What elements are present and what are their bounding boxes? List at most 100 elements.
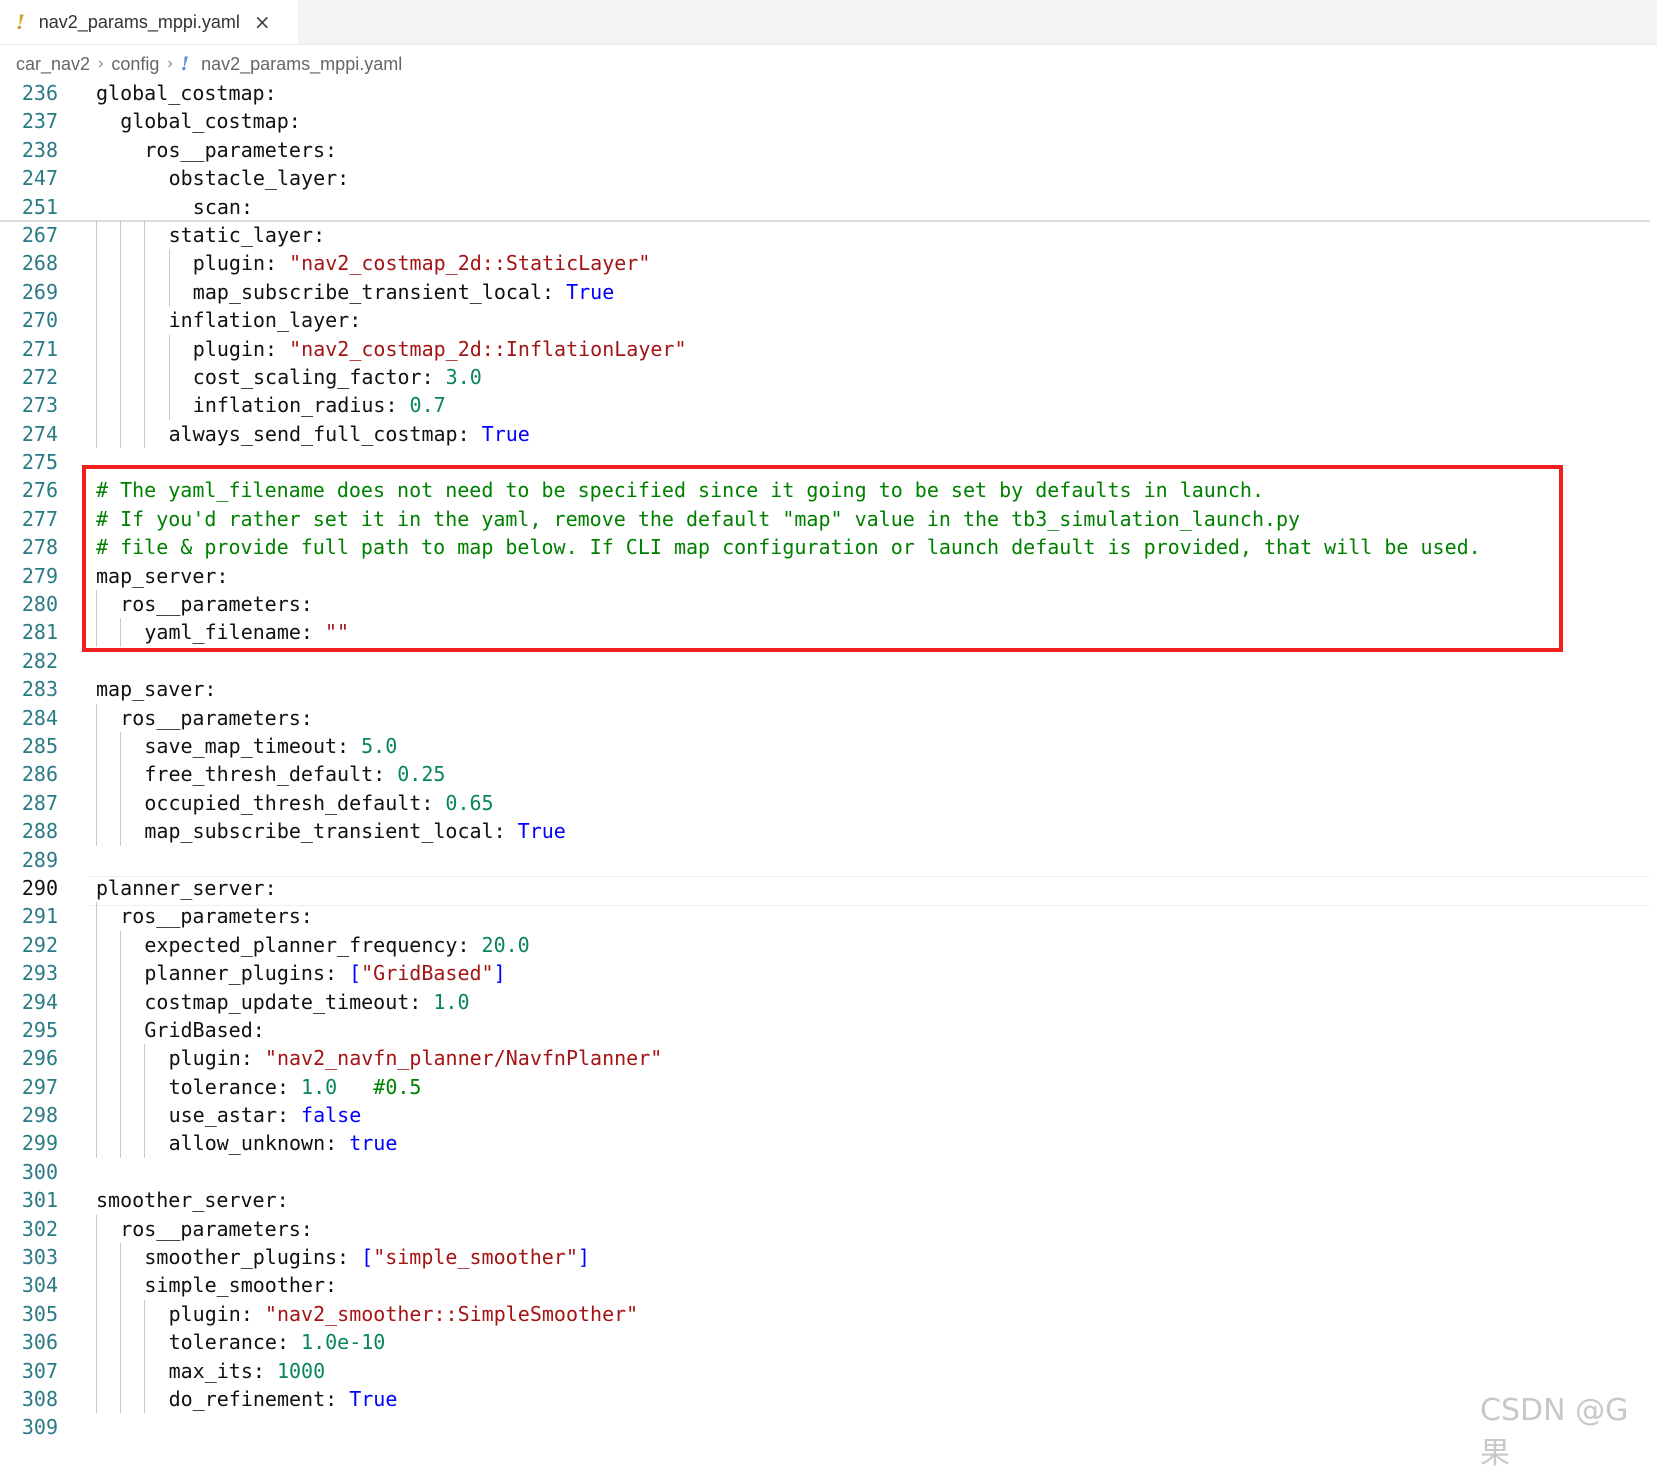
code-line[interactable]: 302 ros__parameters: xyxy=(0,1214,1657,1244)
indent-guide xyxy=(120,1243,122,1272)
code-line[interactable]: 238 ros__parameters: xyxy=(0,136,1657,164)
code-line[interactable]: 237 global_costmap: xyxy=(0,107,1657,135)
code-line[interactable]: 301 smoother_server: xyxy=(0,1186,1657,1214)
code-token: ros__parameters: xyxy=(120,904,313,929)
code-line[interactable]: 304 simple_smoother: xyxy=(0,1271,1657,1300)
code-line[interactable]: 271 plugin: "nav2_costmap_2d::InflationLa… xyxy=(0,334,1657,363)
code-token: "simple_smoother" xyxy=(373,1245,578,1270)
code-line[interactable]: 297 tolerance: 1.0 #0.5 xyxy=(0,1072,1657,1102)
watermark: CSDN @G果 xyxy=(1480,1393,1629,1471)
indent-guide xyxy=(96,220,97,250)
code-line[interactable]: 236 global_costmap: xyxy=(0,79,1657,107)
indent-guide xyxy=(120,1101,122,1130)
code-line[interactable]: 274 always_send_full_costmap: True xyxy=(0,419,1657,449)
indent-guide xyxy=(96,1384,97,1414)
code-line[interactable]: 306 tolerance: 1.0e-10 xyxy=(0,1328,1657,1357)
line-number: 292 xyxy=(21,932,58,957)
indent-guide xyxy=(168,362,170,392)
line-number: 269 xyxy=(21,279,58,304)
code-line[interactable]: 251 scan: xyxy=(0,193,1657,221)
code-line[interactable]: 291 ros__parameters: xyxy=(0,902,1657,931)
code-line[interactable]: 294 costmap_update_timeout: 1.0 xyxy=(0,987,1657,1016)
code-line[interactable]: 267 static_layer: xyxy=(0,220,1657,250)
breadcrumb-item-car-nav2[interactable]: car_nav2 xyxy=(16,54,90,75)
code-line[interactable]: 270 inflation_layer: xyxy=(0,306,1657,335)
line-number: 286 xyxy=(21,762,58,787)
breadcrumb-item-file[interactable]: nav2_params_mppi.yaml xyxy=(201,54,402,75)
tab-nav2-params[interactable]: ! nav2_params_mppi.yaml × xyxy=(0,0,298,44)
code-line[interactable]: 300 xyxy=(0,1158,1657,1186)
line-number: 307 xyxy=(21,1358,58,1383)
code-text: ros__parameters: xyxy=(120,902,313,930)
code-token: "nav2_costmap_2d::StaticLayer" xyxy=(289,251,651,276)
code-line[interactable]: 287 occupied_thresh_default: 0.65 xyxy=(0,788,1657,818)
code-token: 5.0 xyxy=(361,733,398,758)
indent-guide xyxy=(96,1044,97,1073)
code-line[interactable]: 296 plugin: "nav2_navfn_planner/NavfnPlan… xyxy=(0,1044,1657,1073)
indent-guide xyxy=(96,703,97,732)
indent-guide xyxy=(120,788,122,818)
annotation-highlight-box xyxy=(82,465,1563,652)
code-line[interactable]: 305 plugin: "nav2_smoother::SimpleSmoothe… xyxy=(0,1299,1657,1329)
line-number: 288 xyxy=(21,819,58,844)
indent-guide xyxy=(96,1101,97,1130)
code-editor[interactable]: 236 global_costmap: 237 global_costmap: 238 r… xyxy=(0,79,1657,1442)
code-text: static_layer: xyxy=(169,221,326,249)
code-text: planner_plugins: ["GridBased"] xyxy=(144,959,505,987)
code-line[interactable]: 289 xyxy=(0,846,1657,874)
code-line[interactable]: 299 allow_unknown: true xyxy=(0,1129,1657,1158)
code-token: simple_smoother: xyxy=(144,1273,338,1298)
code-token: "nav2_smoother::SimpleSmoother" xyxy=(264,1301,639,1326)
code-line[interactable]: 309 xyxy=(0,1413,1657,1441)
code-token: "nav2_costmap_2d::InflationLayer" xyxy=(289,336,687,361)
tab-label: nav2_params_mppi.yaml xyxy=(38,11,240,32)
code-line[interactable]: 283 map_saver: xyxy=(0,675,1657,703)
code-token: 1.0e-10 xyxy=(301,1330,386,1355)
indent-guide xyxy=(96,1299,97,1329)
code-line[interactable]: 303 smoother_plugins: ["simple_smoother"] xyxy=(0,1243,1657,1272)
code-line[interactable]: 286 free_thresh_default: 0.25 xyxy=(0,760,1657,789)
code-line[interactable]: 293 planner_plugins: ["GridBased"] xyxy=(0,959,1657,988)
code-line[interactable]: 295 GridBased: xyxy=(0,1015,1657,1045)
code-line[interactable]: 290 planner_server: xyxy=(0,874,1657,902)
indent-guide xyxy=(96,1328,97,1357)
code-line[interactable]: 284 ros__parameters: xyxy=(0,703,1657,732)
code-token: ] xyxy=(577,1245,590,1270)
line-number: 268 xyxy=(21,251,58,276)
code-text: save_map_timeout: 5.0 xyxy=(144,732,397,760)
code-token: max_its: xyxy=(168,1358,277,1383)
code-token: 0.25 xyxy=(397,762,446,787)
breadcrumb-item-config[interactable]: config xyxy=(111,54,159,75)
indent-guide xyxy=(168,334,170,363)
code-line[interactable]: 288 map_subscribe_transient_local: True xyxy=(0,817,1657,846)
code-line[interactable]: 269 map_subscribe_transient_local: True xyxy=(0,277,1657,307)
indent-guide xyxy=(120,1384,122,1414)
code-token: scan: xyxy=(192,194,254,219)
code-line[interactable]: 272 cost_scaling_factor: 3.0 xyxy=(0,362,1657,392)
editor-tab-bar: ! nav2_params_mppi.yaml × xyxy=(0,0,1657,45)
code-line[interactable]: 307 max_its: 1000 xyxy=(0,1356,1657,1385)
indent-guide xyxy=(96,1129,97,1158)
code-line[interactable]: 308 do_refinement: True xyxy=(0,1384,1657,1414)
line-number: 302 xyxy=(21,1216,58,1241)
indent-guide xyxy=(120,1328,122,1357)
code-token: ros__parameters: xyxy=(144,137,338,162)
code-token: ] xyxy=(493,961,506,986)
code-line[interactable]: 298 use_astar: false xyxy=(0,1101,1657,1130)
indent-guide xyxy=(120,959,122,988)
code-line[interactable]: 273 inflation_radius: 0.7 xyxy=(0,391,1657,420)
code-line[interactable]: 268 plugin: "nav2_costmap_2d::StaticLayer… xyxy=(0,249,1657,278)
line-number: 281 xyxy=(21,620,58,645)
indent-guide xyxy=(144,1299,146,1329)
close-icon[interactable]: × xyxy=(254,10,271,34)
line-number: 283 xyxy=(21,677,58,702)
line-number: 247 xyxy=(21,166,58,191)
code-token: tolerance: xyxy=(168,1074,302,1099)
chevron-right-icon: › xyxy=(167,55,173,72)
line-number: 279 xyxy=(21,563,58,588)
code-line[interactable]: 247 obstacle_layer: xyxy=(0,164,1657,192)
indent-guide xyxy=(144,334,146,363)
code-line[interactable]: 285 save_map_timeout: 5.0 xyxy=(0,731,1657,761)
code-line[interactable]: 292 expected_planner_frequency: 20.0 xyxy=(0,930,1657,960)
code-text: plugin: "nav2_navfn_planner/NavfnPlanner… xyxy=(169,1044,663,1072)
